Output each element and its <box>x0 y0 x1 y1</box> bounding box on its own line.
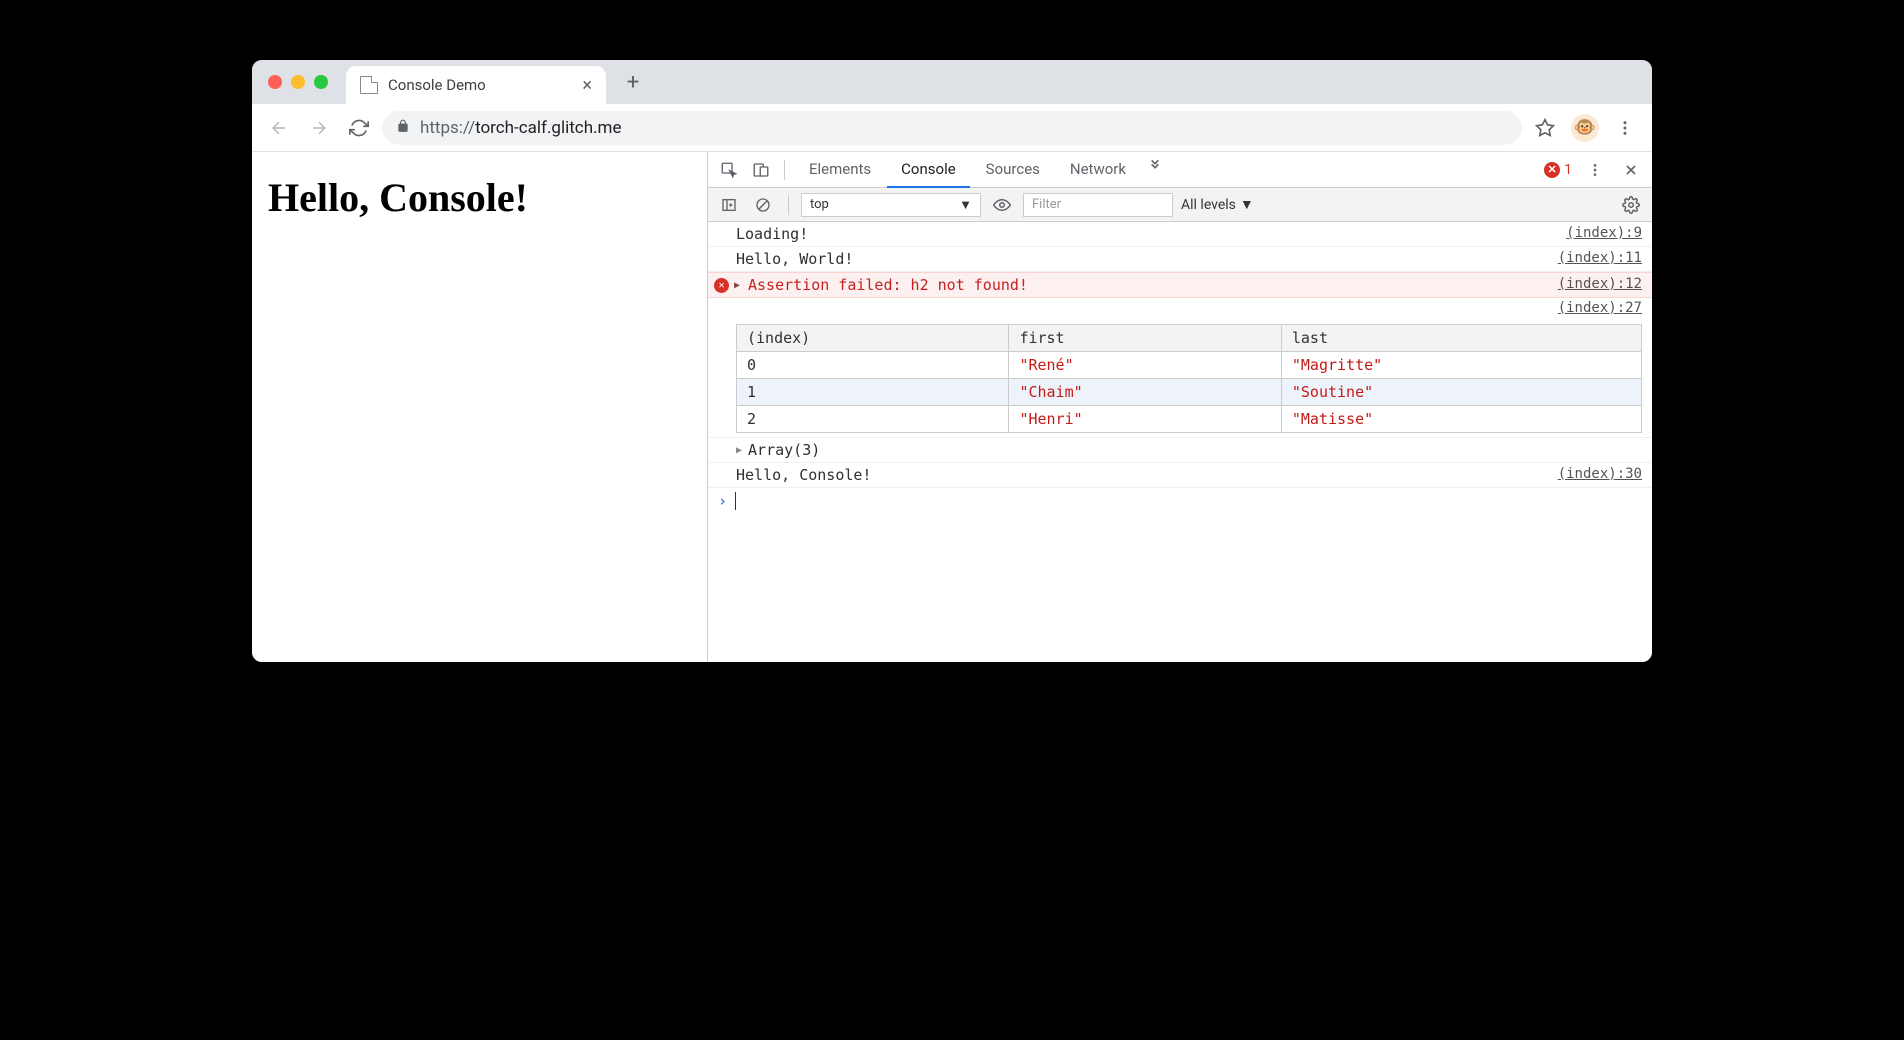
console-sidebar-toggle[interactable] <box>716 192 742 218</box>
log-message: Hello, Console! <box>736 466 1558 484</box>
url-text: https://torch-calf.glitch.me <box>420 118 621 138</box>
devtools-tabs: Elements Console Sources Network <box>795 152 1168 188</box>
inspect-element-button[interactable] <box>716 157 742 183</box>
devtools-panel: Elements Console Sources Network ✕ 1 <box>707 152 1652 662</box>
levels-label: All levels <box>1181 197 1236 213</box>
context-value: top <box>810 197 829 212</box>
new-tab-button[interactable]: + <box>618 67 648 97</box>
avatar-icon: 🐵 <box>1571 114 1599 142</box>
device-toolbar-button[interactable] <box>748 157 774 183</box>
close-devtools-button[interactable] <box>1618 157 1644 183</box>
log-source-link[interactable]: (index):11 <box>1558 250 1642 266</box>
table-cell: "Soutine" <box>1281 379 1641 406</box>
browser-tab[interactable]: Console Demo × <box>346 66 606 104</box>
tab-network[interactable]: Network <box>1056 152 1140 188</box>
prompt-icon: › <box>718 492 727 510</box>
tab-title: Console Demo <box>388 76 486 94</box>
table-row: 1 "Chaim" "Soutine" <box>737 379 1642 406</box>
error-icon: ✕ <box>714 278 729 293</box>
bookmark-button[interactable] <box>1528 111 1562 145</box>
log-message: Assertion failed: h2 not found! <box>748 276 1558 294</box>
devtools-header: Elements Console Sources Network ✕ 1 <box>708 152 1652 188</box>
more-tabs-button[interactable] <box>1142 152 1168 178</box>
error-count-badge[interactable]: ✕ 1 <box>1544 162 1572 178</box>
console-log-row: Loading! (index):9 <box>708 222 1652 247</box>
console-log-row: Hello, Console! (index):30 <box>708 463 1652 488</box>
reload-button[interactable] <box>342 111 376 145</box>
expand-icon[interactable]: ▶ <box>734 280 740 291</box>
separator <box>788 195 789 215</box>
table-cell: "Chaim" <box>1009 379 1281 406</box>
chevron-down-icon: ▼ <box>959 197 972 213</box>
content-area: Hello, Console! Elements Console Sources… <box>252 152 1652 662</box>
table-header[interactable]: first <box>1009 325 1281 352</box>
file-icon <box>360 76 378 94</box>
filter-placeholder: Filter <box>1032 197 1061 212</box>
log-levels-selector[interactable]: All levels ▼ <box>1181 196 1254 213</box>
table-cell: 2 <box>737 406 1009 433</box>
log-source-link[interactable]: (index):27 <box>1558 300 1642 316</box>
close-tab-button[interactable]: × <box>582 75 592 96</box>
profile-button[interactable]: 🐵 <box>1568 111 1602 145</box>
maximize-window-button[interactable] <box>314 75 328 89</box>
chevron-down-icon: ▼ <box>1240 196 1254 213</box>
filter-input[interactable]: Filter <box>1023 193 1173 217</box>
table-cell: 1 <box>737 379 1009 406</box>
log-source-link[interactable]: (index):9 <box>1566 225 1642 241</box>
live-expression-button[interactable] <box>989 192 1015 218</box>
tab-bar: Console Demo × + <box>252 60 1652 104</box>
clear-console-button[interactable] <box>750 192 776 218</box>
log-message: Loading! <box>736 225 1566 243</box>
context-selector[interactable]: top ▼ <box>801 193 981 217</box>
console-prompt[interactable]: › <box>708 488 1652 514</box>
forward-button[interactable] <box>302 111 336 145</box>
separator <box>784 160 785 180</box>
tab-console[interactable]: Console <box>887 152 970 189</box>
console-settings-button[interactable] <box>1618 192 1644 218</box>
lock-icon <box>396 118 410 138</box>
console-error-row: ✕ ▶ Assertion failed: h2 not found! (ind… <box>708 272 1652 298</box>
tab-sources[interactable]: Sources <box>972 152 1054 188</box>
page-viewport: Hello, Console! <box>252 152 707 662</box>
cursor <box>735 492 736 510</box>
array-label: Array(3) <box>748 441 820 459</box>
console-table-row: (index) first last 0 "René" "Magritte" <box>708 318 1652 438</box>
table-cell: "Magritte" <box>1281 352 1641 379</box>
back-button[interactable] <box>262 111 296 145</box>
table-row: 2 "Henri" "Matisse" <box>737 406 1642 433</box>
table-cell: "Matisse" <box>1281 406 1641 433</box>
log-message: Hello, World! <box>736 250 1558 268</box>
log-source-link[interactable]: (index):12 <box>1558 276 1642 292</box>
minimize-window-button[interactable] <box>291 75 305 89</box>
error-icon: ✕ <box>1544 162 1560 178</box>
log-source-link[interactable]: (index):30 <box>1558 466 1642 482</box>
console-log-row: Hello, World! (index):11 <box>708 247 1652 272</box>
console-array-row[interactable]: ▶ Array(3) <box>708 438 1652 463</box>
table-cell: "Henri" <box>1009 406 1281 433</box>
table-header[interactable]: last <box>1281 325 1641 352</box>
close-window-button[interactable] <box>268 75 282 89</box>
console-table: (index) first last 0 "René" "Magritte" <box>736 324 1642 433</box>
tab-elements[interactable]: Elements <box>795 152 885 188</box>
table-row: 0 "René" "Magritte" <box>737 352 1642 379</box>
console-output[interactable]: Loading! (index):9 Hello, World! (index)… <box>708 222 1652 662</box>
address-bar: https://torch-calf.glitch.me 🐵 <box>252 104 1652 152</box>
expand-icon: ▶ <box>736 445 742 456</box>
window-controls <box>268 75 328 89</box>
table-cell: "René" <box>1009 352 1281 379</box>
browser-menu-button[interactable] <box>1608 111 1642 145</box>
devtools-header-right: ✕ 1 <box>1544 157 1644 183</box>
console-source-row: (index):27 <box>708 298 1652 318</box>
page-heading: Hello, Console! <box>268 174 691 221</box>
browser-window: Console Demo × + https://torch-calf.glit… <box>252 60 1652 662</box>
url-input[interactable]: https://torch-calf.glitch.me <box>382 111 1522 145</box>
devtools-menu-button[interactable] <box>1582 157 1608 183</box>
console-toolbar: top ▼ Filter All levels ▼ <box>708 188 1652 222</box>
error-count: 1 <box>1564 162 1572 178</box>
table-cell: 0 <box>737 352 1009 379</box>
table-header[interactable]: (index) <box>737 325 1009 352</box>
